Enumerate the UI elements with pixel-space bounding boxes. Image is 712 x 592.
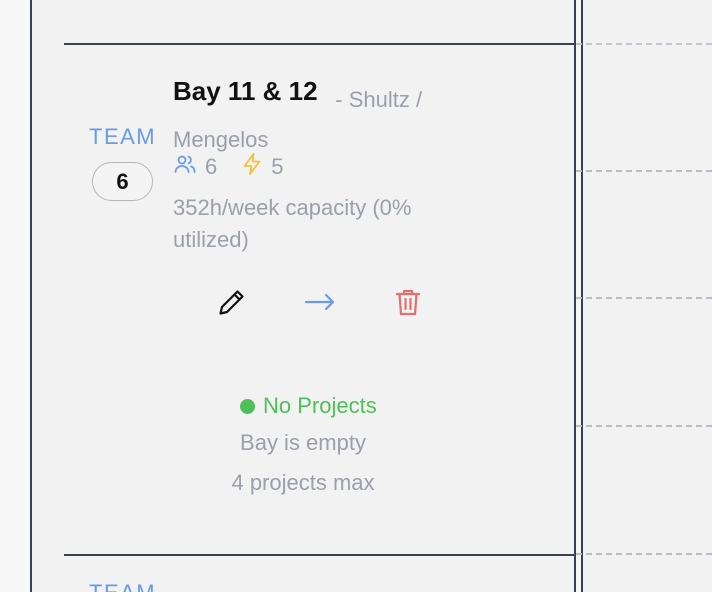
users-icon xyxy=(173,152,197,182)
slot-divider xyxy=(576,43,712,45)
lightning-icon xyxy=(241,152,263,182)
members-stat: 6 xyxy=(173,152,217,182)
schedule-panel xyxy=(583,0,712,592)
grid-line-right xyxy=(581,0,583,592)
slot-divider xyxy=(576,553,712,555)
trash-icon xyxy=(394,286,422,323)
project-status: No Projects xyxy=(240,393,377,419)
team-count-badge[interactable]: 6 xyxy=(92,162,153,201)
status-dot xyxy=(240,398,255,414)
arrow-right-icon xyxy=(303,290,337,319)
power-count: 5 xyxy=(271,154,284,179)
slot-divider xyxy=(576,170,712,172)
status-label: No Projects xyxy=(263,393,377,418)
row-divider-bottom xyxy=(64,554,574,556)
empty-note: Bay is empty xyxy=(240,430,366,455)
edit-button[interactable] xyxy=(214,286,250,322)
bay-stats: 6 5 xyxy=(173,152,300,182)
slot-divider xyxy=(576,425,712,427)
bay-owner-first: Shultz / xyxy=(348,87,423,112)
slot-divider xyxy=(576,297,712,299)
next-team-label: TEAM xyxy=(89,580,156,592)
move-button[interactable] xyxy=(302,286,338,322)
pencil-icon xyxy=(216,286,248,323)
capacity-line-1: 352h/week capacity (0% xyxy=(173,195,412,220)
grid-line-mid xyxy=(574,0,576,592)
bay-owner: Bay 11 & 12xxxx- Shultz / Mengelos xyxy=(173,80,473,160)
bay-board: TEAM 6 Bay 11 & 12 Bay 11 & 12xxxx- Shul… xyxy=(0,0,712,592)
bay-separator: - xyxy=(335,87,343,112)
row-divider-top xyxy=(64,43,574,45)
grid-line-left xyxy=(30,0,32,592)
capacity-text: 352h/week capacity (0% utilized) xyxy=(173,192,473,256)
left-gutter xyxy=(0,0,30,592)
power-stat: 5 xyxy=(241,152,284,182)
team-label: TEAM xyxy=(89,124,157,149)
capacity-line-2: utilized) xyxy=(173,227,249,252)
delete-button[interactable] xyxy=(390,286,426,322)
capacity-note: 4 projects max xyxy=(231,470,375,495)
team-count-value: 6 xyxy=(116,168,129,194)
members-count: 6 xyxy=(205,154,218,179)
bay-owner-second: Mengelos xyxy=(173,127,269,152)
